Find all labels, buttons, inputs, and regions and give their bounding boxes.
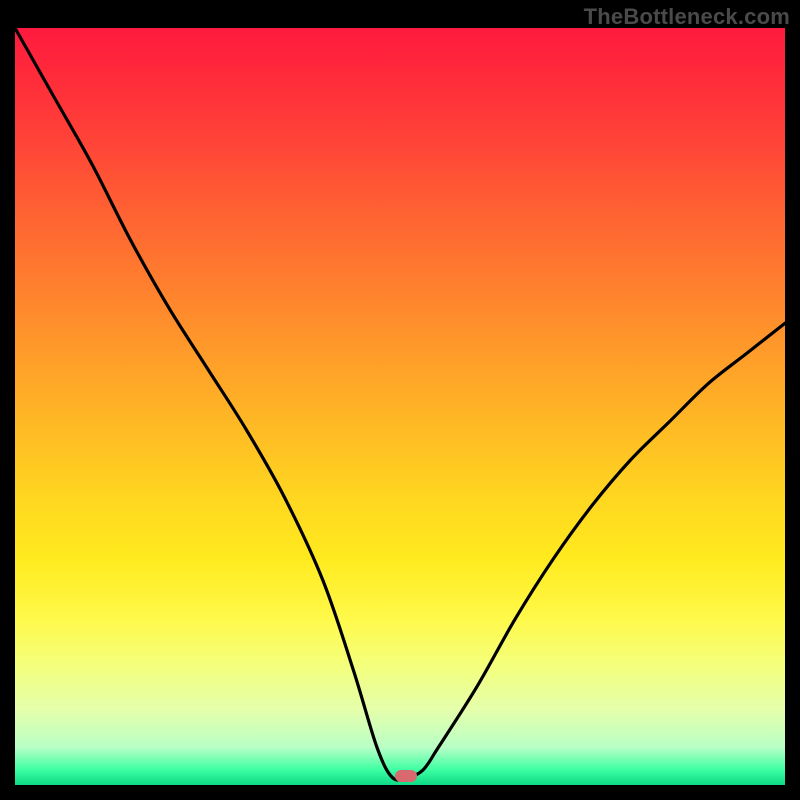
bottleneck-curve bbox=[15, 28, 785, 785]
plot-area bbox=[15, 28, 785, 785]
watermark-text: TheBottleneck.com bbox=[584, 4, 790, 30]
optimal-marker bbox=[395, 770, 417, 782]
chart-frame: TheBottleneck.com bbox=[0, 0, 800, 800]
